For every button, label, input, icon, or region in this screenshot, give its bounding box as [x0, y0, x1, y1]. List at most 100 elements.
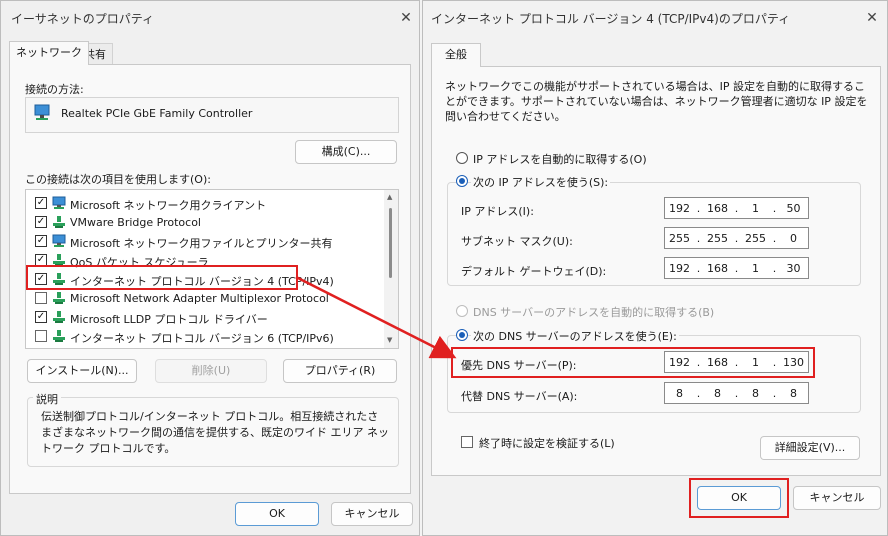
uninstall-button: 削除(U): [155, 359, 267, 383]
right-dialog-title: インターネット プロトコル バージョン 4 (TCP/IPv4)のプロパティ: [431, 12, 791, 26]
dot: .: [734, 231, 739, 245]
gateway-octet: 30: [786, 261, 801, 275]
item-checkbox[interactable]: ✓: [35, 235, 47, 247]
list-scrollbar[interactable]: ▲ ▼: [384, 190, 398, 348]
ip-manual-radio[interactable]: [456, 175, 468, 187]
left-cancel-button[interactable]: キャンセル: [331, 502, 413, 526]
left-close-icon[interactable]: ✕: [397, 9, 415, 27]
protocol-icon: [52, 329, 66, 342]
ip-manual-label[interactable]: 次の IP アドレスを使う(S):: [471, 174, 611, 190]
ok-button-highlight: [689, 478, 789, 518]
dot: .: [696, 261, 701, 275]
scroll-up-icon[interactable]: ▲: [387, 193, 392, 201]
alternate-dns-field[interactable]: 8. 8. 8. 8: [664, 382, 809, 404]
advanced-button[interactable]: 詳細設定(V)...: [760, 436, 860, 460]
dns-manual-label[interactable]: 次の DNS サーバーのアドレスを使う(E):: [471, 328, 679, 344]
ipv4-properties-dialog: インターネット プロトコル バージョン 4 (TCP/IPv4)のプロパティ ✕…: [422, 0, 888, 536]
list-item[interactable]: ✓ Microsoft ネットワーク用ファイルとプリンター共有: [26, 232, 382, 251]
network-client-icon: [52, 196, 66, 209]
gateway-label: デフォルト ゲートウェイ(D):: [461, 265, 607, 278]
item-checkbox[interactable]: ✓: [35, 311, 47, 323]
intro-text: ネットワークでこの機能がサポートされている場合は、IP 設定を自動的に取得するこ…: [445, 80, 868, 123]
subnet-octet: 255: [707, 231, 728, 245]
item-checkbox[interactable]: [35, 330, 47, 342]
dns-octet: 8: [714, 386, 721, 400]
right-close-icon[interactable]: ✕: [863, 9, 881, 27]
ip-address-label: IP アドレス(I):: [461, 205, 534, 218]
list-item[interactable]: インターネット プロトコル バージョン 6 (TCP/IPv6): [26, 327, 382, 346]
ip-auto-radio[interactable]: [456, 152, 468, 164]
adapter-name: Realtek PCIe GbE Family Controller: [61, 107, 253, 120]
list-item-label: Microsoft LLDP プロトコル ドライバー: [70, 313, 268, 326]
subnet-label: サブネット マスク(U):: [461, 235, 573, 248]
validate-checkbox[interactable]: [461, 436, 473, 448]
connect-using-label: 接続の方法:: [25, 83, 84, 96]
list-item[interactable]: Microsoft Network Adapter Multiplexor Pr…: [26, 289, 382, 308]
dot: .: [734, 261, 739, 275]
dot: .: [772, 201, 777, 215]
validate-label[interactable]: 終了時に設定を検証する(L): [479, 435, 615, 451]
gateway-octet: 1: [752, 261, 759, 275]
protocol-icon: [52, 215, 66, 228]
dot: .: [696, 201, 701, 215]
description-text: 伝送制御プロトコル/インターネット プロトコル。相互接続されたさまざまなネットワ…: [41, 410, 389, 455]
network-adapter-icon: [34, 104, 50, 120]
list-item[interactable]: ✓ Microsoft ネットワーク用クライアント: [26, 194, 382, 213]
dns-auto-label: DNS サーバーのアドレスを自動的に取得する(B): [473, 306, 715, 319]
network-client-icon: [52, 234, 66, 247]
dot: .: [772, 261, 777, 275]
gateway-octet: 192: [669, 261, 690, 275]
ethernet-properties-dialog: イーサネットのプロパティ ✕ ネットワーク 共有 接続の方法: Realtek …: [0, 0, 420, 536]
dot: .: [772, 386, 777, 400]
alternate-dns-label: 代替 DNS サーバー(A):: [461, 390, 578, 403]
subnet-octet: 0: [790, 231, 797, 245]
dot: .: [734, 386, 739, 400]
ip-octet: 168: [707, 201, 728, 215]
ip-octet: 192: [669, 201, 690, 215]
list-item-label: Microsoft ネットワーク用ファイルとプリンター共有: [70, 237, 333, 250]
ip-auto-label[interactable]: IP アドレスを自動的に取得する(O): [473, 151, 647, 167]
subnet-octet: 255: [745, 231, 766, 245]
properties-button[interactable]: プロパティ(R): [283, 359, 397, 383]
list-item-label: Microsoft Network Adapter Multiplexor Pr…: [70, 292, 329, 305]
description-label: 説明: [33, 391, 61, 407]
ipv4-item-highlight: [26, 265, 298, 290]
tab-general[interactable]: 全般: [431, 43, 481, 67]
scroll-down-icon[interactable]: ▼: [387, 336, 392, 344]
ip-octet: 50: [786, 201, 801, 215]
item-checkbox[interactable]: ✓: [35, 197, 47, 209]
dot: .: [696, 231, 701, 245]
scroll-thumb[interactable]: [389, 208, 392, 278]
dns-manual-radio[interactable]: [456, 329, 468, 341]
ip-address-field[interactable]: 192. 168. 1. 50: [664, 197, 809, 219]
item-checkbox[interactable]: [35, 292, 47, 304]
preferred-dns-highlight: [451, 347, 815, 378]
ip-octet: 1: [752, 201, 759, 215]
dns-auto-radio: [456, 305, 468, 317]
protocol-icon: [52, 310, 66, 323]
list-item-label: Microsoft ネットワーク用クライアント: [70, 199, 267, 212]
item-checkbox[interactable]: ✓: [35, 216, 47, 228]
gateway-octet: 168: [707, 261, 728, 275]
install-button[interactable]: インストール(N)...: [27, 359, 137, 383]
dns-octet: 8: [790, 386, 797, 400]
dot: .: [696, 386, 701, 400]
dot: .: [772, 231, 777, 245]
list-item-label: インターネット プロトコル バージョン 6 (TCP/IPv6): [70, 332, 334, 345]
subnet-mask-field[interactable]: 255. 255. 255. 0: [664, 227, 809, 249]
dot: .: [734, 201, 739, 215]
items-label: この接続は次の項目を使用します(O):: [25, 173, 211, 186]
list-item-label: VMware Bridge Protocol: [70, 216, 201, 229]
gateway-field[interactable]: 192. 168. 1. 30: [664, 257, 809, 279]
list-item[interactable]: ✓ VMware Bridge Protocol: [26, 213, 382, 232]
list-item[interactable]: ✓ Microsoft LLDP プロトコル ドライバー: [26, 308, 382, 327]
left-dialog-title: イーサネットのプロパティ: [11, 12, 155, 26]
left-ok-button[interactable]: OK: [235, 502, 319, 526]
protocol-icon: [52, 291, 66, 304]
configure-button[interactable]: 構成(C)...: [295, 140, 397, 164]
dns-octet: 8: [676, 386, 683, 400]
right-cancel-button[interactable]: キャンセル: [793, 486, 881, 510]
subnet-octet: 255: [669, 231, 690, 245]
dns-octet: 8: [752, 386, 759, 400]
tab-network[interactable]: ネットワーク: [9, 41, 89, 65]
